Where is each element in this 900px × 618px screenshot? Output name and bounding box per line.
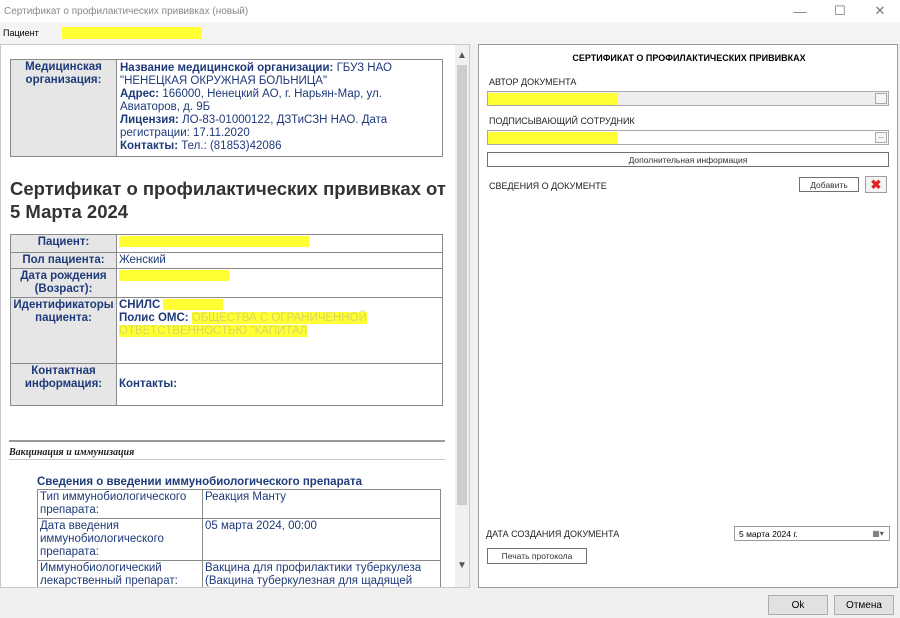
document-content: Медицинская организация: Название медици… [1, 45, 456, 587]
oms-label: Полис ОМС: [119, 312, 189, 324]
document-title: Сертификат о профилактических прививках … [10, 178, 446, 222]
created-date-label: ДАТА СОЗДАНИЯ ДОКУМЕНТА [486, 529, 620, 539]
address-value: 166000, Ненецкий АО, г. Нарьян-Мар, ул. … [120, 88, 382, 113]
vac-key: Иммунобиологический лекарственный препар… [37, 560, 203, 587]
section-title: Вакцинация и иммунизация [9, 447, 135, 458]
author-label: АВТОР ДОКУМЕНТА [489, 77, 577, 87]
signer-value [488, 132, 618, 144]
vac-value: Реакция Манту [202, 489, 441, 519]
window-titlebar: Сертификат о профилактических прививках … [0, 0, 900, 22]
calendar-icon[interactable]: ▦▾ [867, 529, 889, 538]
ok-button[interactable]: Ok [768, 595, 828, 615]
snils-label: СНИЛС [119, 299, 161, 311]
print-protocol-button[interactable]: Печать протокола [487, 548, 587, 564]
patient-row-label: Пациент: [10, 234, 117, 253]
document-preview[interactable]: Медицинская организация: Название медици… [0, 44, 470, 588]
created-date-field[interactable]: 5 марта 2024 г. ▦▾ [734, 526, 890, 541]
created-date-value: 5 марта 2024 г. [739, 528, 798, 539]
license-label: Лицензия: [120, 114, 179, 126]
org-label: Медицинская организация: [10, 59, 117, 157]
signer-field[interactable]: ... [487, 130, 889, 145]
table-row: Дата введения иммунобиологического препа… [37, 518, 441, 561]
dob-label: Дата рождения (Возраст): [10, 268, 117, 298]
ids-value: СНИЛС Полис ОМС: ОБЩЕСТВА С ОГРАНИЧЕННОЙ… [116, 297, 443, 364]
contact-contacts-label: Контакты: [116, 363, 443, 406]
vac-key: Тип иммунобиологического препарата: [37, 489, 203, 519]
section-divider-thin [9, 459, 445, 460]
table-row: Тип иммунобиологического препарата: Реак… [37, 489, 441, 519]
patient-row-value [119, 236, 309, 247]
close-icon[interactable]: ✕ [860, 0, 900, 22]
scroll-thumb[interactable] [457, 65, 467, 505]
contacts-label: Контакты: [120, 140, 179, 152]
address-label: Адрес: [120, 88, 160, 100]
certificate-form: СЕРТИФИКАТ О ПРОФИЛАКТИЧЕСКИХ ПРИВИВКАХ … [478, 44, 898, 588]
form-title: СЕРТИФИКАТ О ПРОФИЛАКТИЧЕСКИХ ПРИВИВКАХ [572, 53, 806, 63]
window-title: Сертификат о профилактических прививках … [4, 5, 249, 17]
signer-select-button[interactable]: ... [875, 132, 887, 143]
document-scrollbar[interactable]: ▲ ▼ [455, 45, 469, 587]
contacts-value: Тел.: (81853)42086 [181, 140, 282, 152]
vac-value: Вакцина для профилактики туберкулеза (Ва… [202, 560, 441, 587]
scroll-down-icon[interactable]: ▼ [455, 557, 469, 573]
scroll-up-icon[interactable]: ▲ [455, 47, 469, 63]
ids-label: Идентификаторы пациента: [10, 297, 117, 364]
vaccination-table: Тип иммунобиологического препарата: Реак… [37, 489, 441, 587]
minimize-icon[interactable]: — [780, 0, 820, 22]
section-divider [9, 440, 445, 442]
org-table: Медицинская организация: Название медици… [10, 59, 443, 157]
signer-label: ПОДПИСЫВАЮЩИЙ СОТРУДНИК [489, 116, 635, 126]
delete-icon[interactable]: ✖ [865, 176, 887, 193]
maximize-icon[interactable]: ☐ [820, 0, 860, 22]
add-button[interactable]: Добавить [799, 177, 859, 192]
org-name-label: Название медицинской организации: [120, 62, 334, 74]
author-field[interactable] [487, 91, 889, 106]
patient-value [62, 27, 202, 39]
patient-label: Пациент [3, 28, 39, 38]
cancel-button[interactable]: Отмена [834, 595, 894, 615]
patient-table: Пациент: Пол пациента: Женский Дата рожд… [10, 234, 443, 406]
org-details: Название медицинской организации: ГБУЗ Н… [116, 59, 443, 157]
vac-key: Дата введения иммунобиологического препа… [37, 518, 203, 561]
snils-value [163, 299, 224, 311]
sex-label: Пол пациента: [10, 252, 117, 269]
contact-info-label: Контактная информация: [10, 363, 117, 406]
sex-value: Женский [116, 252, 443, 269]
dob-value [119, 270, 229, 281]
vac-value: 05 марта 2024, 00:00 [202, 518, 441, 561]
doc-info-label: СВЕДЕНИЯ О ДОКУМЕНТЕ [489, 181, 607, 191]
author-value [488, 93, 618, 105]
patient-bar: Пациент [0, 22, 900, 44]
dialog-footer: Ok Отмена [0, 588, 900, 618]
extra-info-button[interactable]: Дополнительная информация [487, 152, 889, 167]
table-row: Иммунобиологический лекарственный препар… [37, 560, 441, 587]
vaccination-subhead: Сведения о введении иммунобиологического… [37, 476, 363, 488]
author-select-button[interactable] [875, 93, 887, 104]
